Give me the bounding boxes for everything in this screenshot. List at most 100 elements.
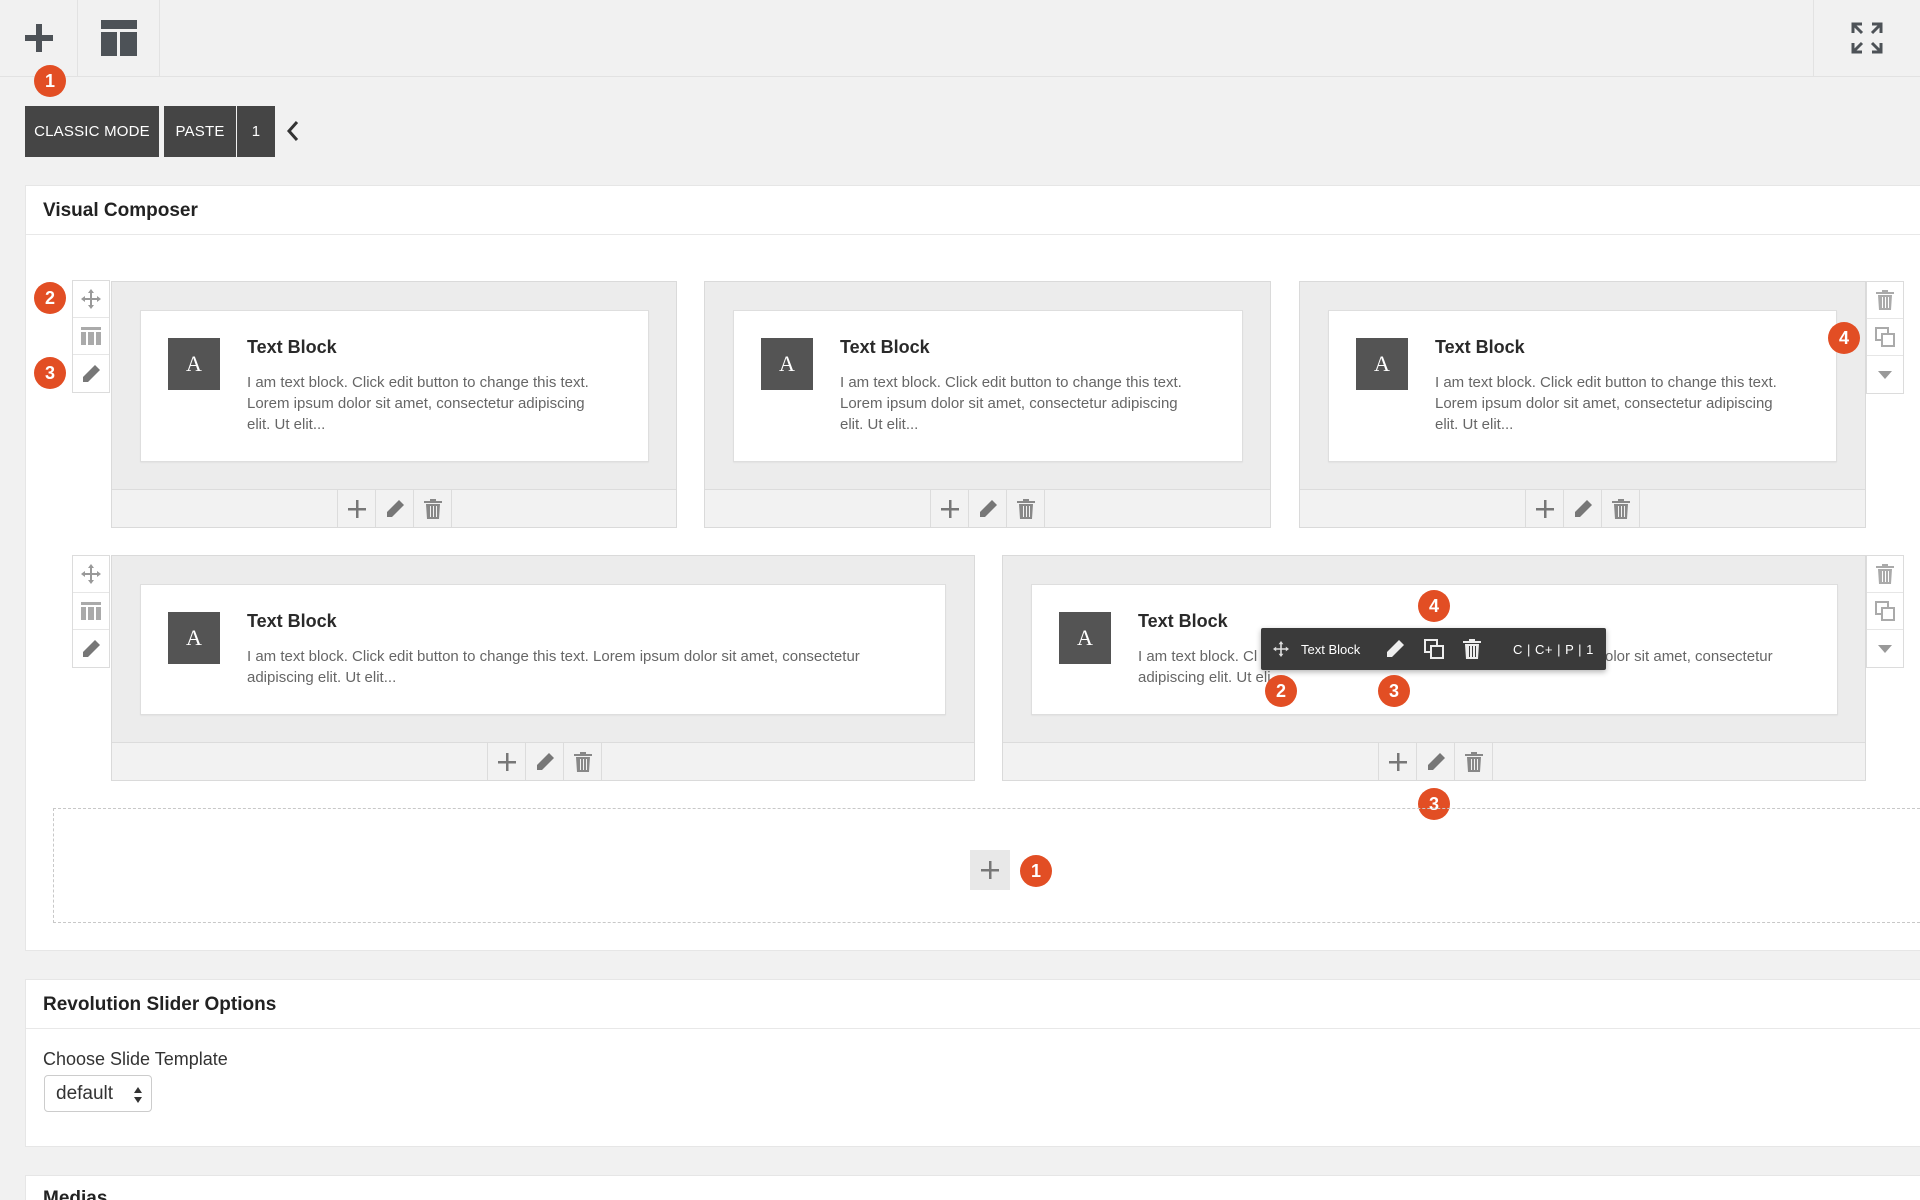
text-block-icon: A	[761, 338, 813, 390]
column-delete-button[interactable]	[1602, 490, 1640, 527]
text-block-title: Text Block	[1435, 337, 1525, 357]
chevron-left-icon[interactable]	[284, 119, 302, 148]
panel-title: Medias	[43, 1188, 108, 1200]
column-edit-button[interactable]	[1417, 743, 1455, 780]
column: A Text Block I am text block. Click edit…	[704, 281, 1271, 528]
fullscreen-button[interactable]	[1813, 0, 1920, 76]
element-clone-button[interactable]	[1424, 628, 1444, 670]
text-block-title: Text Block	[247, 337, 337, 357]
panel-title: Visual Composer	[43, 200, 198, 221]
templates-button[interactable]	[78, 0, 160, 76]
column-edit-button[interactable]	[969, 490, 1007, 527]
column-delete-button[interactable]	[414, 490, 452, 527]
divider	[26, 1028, 1920, 1029]
row-delete-button[interactable]	[1867, 556, 1903, 593]
text-block-description-tail: olor sit amet, consectetur	[1605, 648, 1773, 665]
plus-icon	[24, 24, 53, 52]
text-block-element[interactable]: A Text Block I am text block. Click edit…	[733, 310, 1243, 462]
pencil-icon	[83, 639, 100, 657]
text-block-description: I am text block. Click edit button to ch…	[247, 648, 860, 686]
row-controls	[72, 555, 110, 668]
add-element-button[interactable]	[0, 0, 78, 76]
text-block-title: Text Block	[840, 337, 930, 357]
move-icon	[81, 289, 101, 309]
row-move-handle[interactable]	[73, 281, 109, 318]
column-add-button[interactable]	[1379, 743, 1417, 780]
column-add-button[interactable]	[488, 743, 526, 780]
choose-slide-template-label: Choose Slide Template	[43, 1049, 228, 1069]
pencil-icon	[386, 499, 404, 517]
row-move-handle[interactable]	[73, 556, 109, 593]
callout-badge: 4	[1418, 590, 1450, 622]
column-delete-button[interactable]	[1007, 490, 1045, 527]
classic-mode-button[interactable]: CLASSIC MODE	[25, 106, 159, 157]
text-block-description: I am text block. Click edit button to ch…	[840, 374, 1182, 433]
row-edit-button[interactable]	[73, 355, 109, 392]
text-block-icon: A	[1356, 338, 1408, 390]
row-layout-button[interactable]	[73, 593, 109, 630]
top-toolbar	[0, 0, 1920, 77]
pencil-icon	[1427, 752, 1445, 770]
paste-count-button[interactable]: 1	[237, 106, 275, 157]
trash-icon	[1876, 564, 1894, 584]
trash-icon	[1463, 639, 1481, 659]
callout-badge: 1	[1020, 855, 1052, 887]
column-controls	[1525, 490, 1640, 527]
row-toggle-button[interactable]	[1867, 356, 1903, 393]
element-edit-button[interactable]	[1385, 628, 1405, 670]
slide-template-select[interactable]: default	[44, 1075, 152, 1112]
row-clone-button[interactable]	[1867, 593, 1903, 630]
select-arrows-icon	[134, 1087, 142, 1103]
row-edit-button[interactable]	[73, 630, 109, 667]
paste-button[interactable]: PASTE	[164, 106, 236, 157]
plus-icon	[1535, 499, 1554, 518]
column-controls	[1378, 743, 1493, 780]
column-add-button[interactable]	[931, 490, 969, 527]
plus-icon	[981, 861, 999, 879]
revolution-slider-panel: Revolution Slider Options Choose Slide T…	[25, 979, 1920, 1147]
move-icon	[81, 564, 101, 584]
column-delete-button[interactable]	[1455, 743, 1493, 780]
trash-icon	[1611, 498, 1630, 519]
text-block-element[interactable]: A Text Block I am text block. Click edit…	[140, 584, 946, 715]
add-row-button[interactable]	[970, 850, 1010, 890]
row-layout-button[interactable]	[73, 318, 109, 355]
column-add-button[interactable]	[1526, 490, 1564, 527]
select-value: default	[56, 1082, 114, 1104]
pencil-icon	[536, 752, 554, 770]
element-delete-button[interactable]	[1463, 628, 1481, 670]
columns-icon	[81, 602, 101, 620]
column-delete-button[interactable]	[564, 743, 602, 780]
column-edit-button[interactable]	[1564, 490, 1602, 527]
panel-title: Revolution Slider Options	[43, 994, 277, 1015]
layout-icon	[100, 20, 137, 56]
row-right-controls	[1866, 281, 1904, 394]
column: A Text Block I am text block. Click edit…	[1299, 281, 1866, 528]
clone-icon	[1424, 639, 1444, 659]
trash-icon	[1876, 290, 1894, 310]
callout-badge: 2	[1265, 675, 1297, 707]
row-clone-button[interactable]	[1867, 319, 1903, 356]
column-edit-button[interactable]	[526, 743, 564, 780]
text-block-title: Text Block	[1138, 611, 1228, 631]
trash-icon	[423, 498, 442, 519]
plus-icon	[940, 499, 959, 518]
text-block-element[interactable]: A Text Block I am text block. Click edit…	[140, 310, 649, 462]
element-move-handle[interactable]	[1273, 628, 1289, 670]
plus-icon	[497, 752, 516, 771]
columns-icon	[81, 327, 101, 345]
element-hover-toolbar: Text Block C | C+ | P | 1	[1261, 628, 1606, 670]
row-toggle-button[interactable]	[1867, 630, 1903, 667]
column-add-button[interactable]	[338, 490, 376, 527]
clone-icon	[1875, 327, 1895, 347]
pencil-icon	[1574, 499, 1592, 517]
plus-icon	[347, 499, 366, 518]
text-block-element[interactable]: A Text Block I am text block. Click edit…	[1328, 310, 1837, 462]
text-block-description: I am text block. Click edit button to ch…	[1435, 374, 1777, 433]
move-icon	[1273, 641, 1289, 657]
clone-icon	[1875, 601, 1895, 621]
column-footer	[705, 489, 1270, 527]
divider	[26, 234, 1920, 235]
column-edit-button[interactable]	[376, 490, 414, 527]
row-delete-button[interactable]	[1867, 282, 1903, 319]
